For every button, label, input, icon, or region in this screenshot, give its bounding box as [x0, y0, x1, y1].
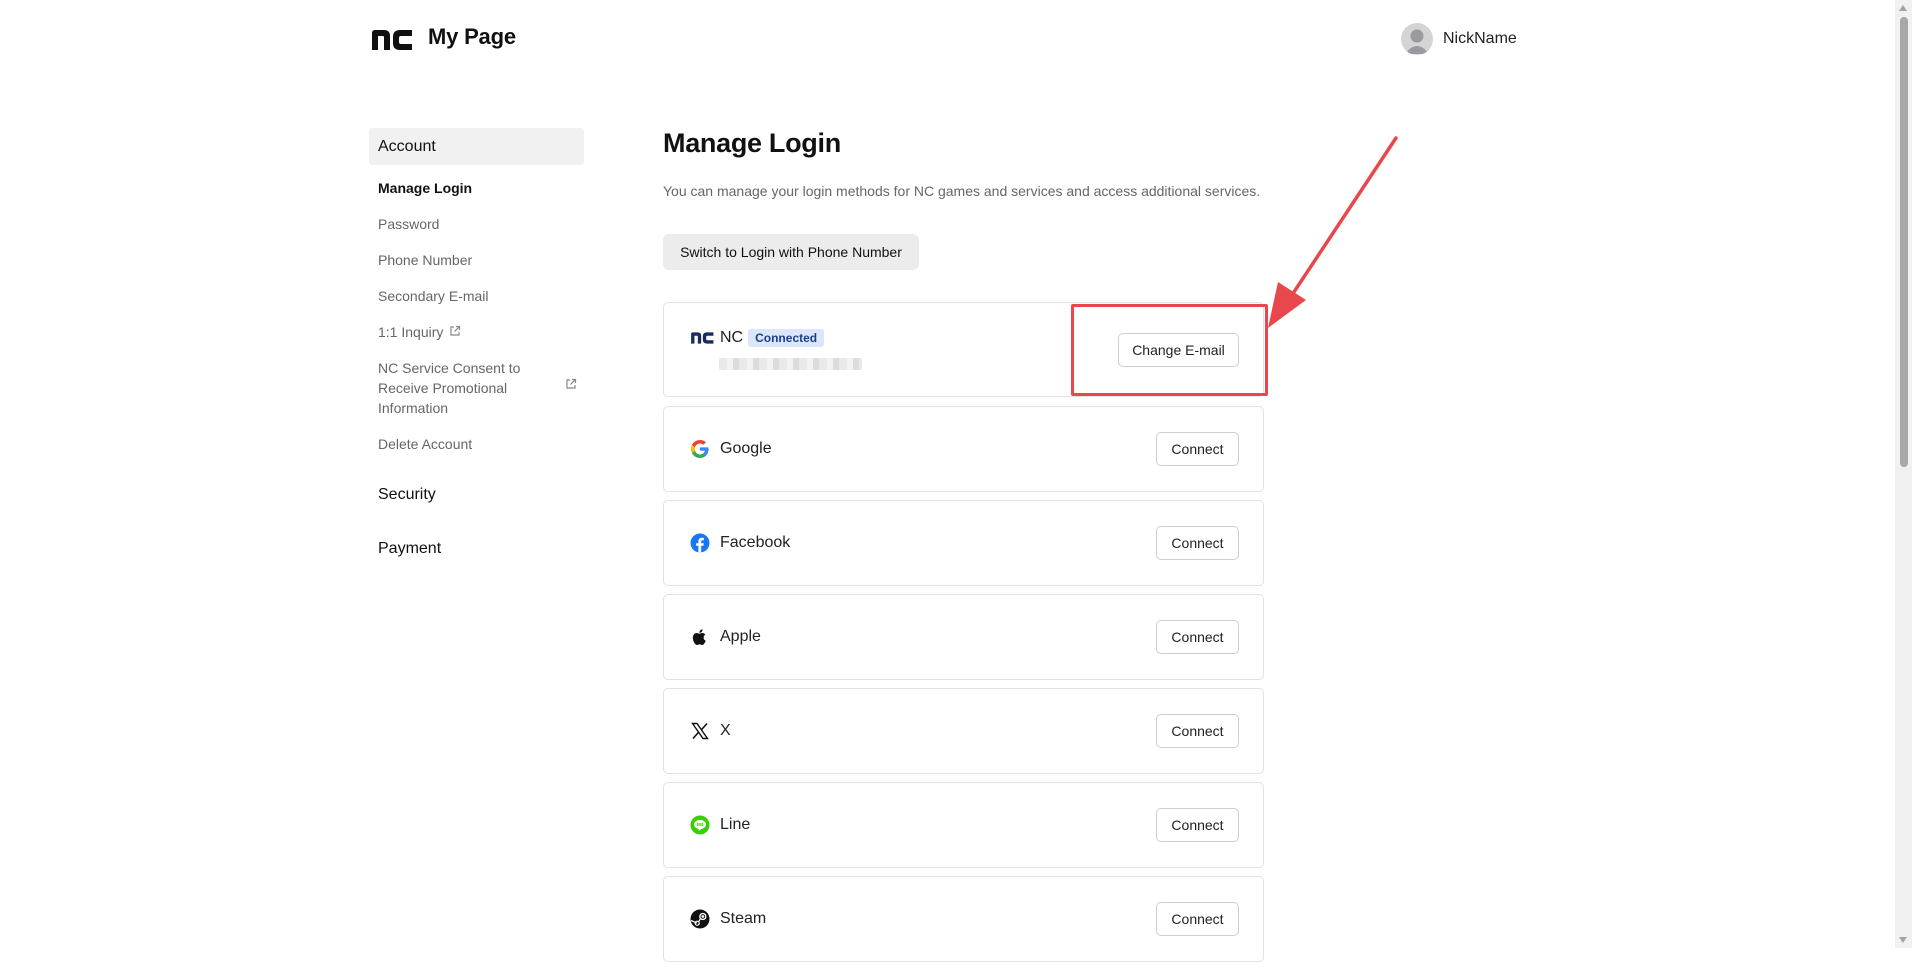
- provider-card-google: Google Connect: [663, 406, 1264, 492]
- nc-logo[interactable]: [370, 28, 413, 52]
- line-icon: [690, 815, 710, 835]
- provider: Line: [690, 815, 750, 835]
- google-icon: [690, 439, 710, 459]
- connect-steam-button[interactable]: Connect: [1156, 902, 1239, 936]
- sidebar-item-inquiry[interactable]: 1:1 Inquiry: [369, 317, 584, 353]
- provider-card-apple: Apple Connect: [663, 594, 1264, 680]
- connect-line-button[interactable]: Connect: [1156, 808, 1239, 842]
- sidebar-item-secondary-email[interactable]: Secondary E-mail: [369, 281, 584, 317]
- provider: Google: [690, 439, 772, 459]
- provider-name: Line: [720, 816, 751, 833]
- sidebar-section-security[interactable]: Security: [369, 475, 584, 515]
- change-email-button[interactable]: Change E-mail: [1118, 333, 1239, 367]
- provider-name: Facebook: [720, 534, 791, 551]
- scroll-down-arrow-icon[interactable]: [1899, 937, 1907, 943]
- provider-name: Apple: [720, 628, 761, 645]
- provider-name: X: [720, 722, 731, 739]
- sidebar: Account Manage Login Password Phone Numb…: [369, 128, 584, 569]
- user-profile[interactable]: NickName: [1401, 23, 1517, 55]
- header: My Page NickName: [0, 0, 1895, 80]
- account-submenu: Manage Login Password Phone Number Secon…: [369, 173, 584, 465]
- apple-icon: [690, 627, 710, 647]
- provider: Apple: [690, 627, 761, 647]
- sidebar-item-label: NC Service Consent to Receive Promotiona…: [378, 360, 521, 416]
- connect-google-button[interactable]: Connect: [1156, 432, 1239, 466]
- page-title: My Page: [428, 24, 516, 49]
- scrollbar-thumb[interactable]: [1900, 17, 1908, 467]
- sidebar-item-label: Phone Number: [378, 252, 473, 268]
- provider-card-steam: Steam Connect: [663, 876, 1264, 962]
- sidebar-item-promo-consent[interactable]: NC Service Consent to Receive Promotiona…: [369, 353, 584, 429]
- steam-icon: [690, 909, 710, 929]
- sidebar-item-label: Delete Account: [378, 436, 473, 452]
- facebook-icon: [690, 533, 710, 553]
- nc-icon: [690, 328, 714, 348]
- sidebar-item-label: 1:1 Inquiry: [378, 324, 444, 340]
- connect-facebook-button[interactable]: Connect: [1156, 526, 1239, 560]
- sidebar-section-payment[interactable]: Payment: [369, 529, 584, 569]
- sidebar-item-manage-login[interactable]: Manage Login: [369, 173, 584, 209]
- nickname: NickName: [1443, 30, 1517, 47]
- x-icon: [690, 721, 710, 741]
- sidebar-item-phone-number[interactable]: Phone Number: [369, 245, 584, 281]
- provider: Steam: [690, 909, 766, 929]
- sidebar-section-account[interactable]: Account: [369, 128, 584, 165]
- main-title: Manage Login: [663, 128, 841, 158]
- sidebar-item-password[interactable]: Password: [369, 209, 584, 245]
- annotation-arrow: [1268, 136, 1398, 328]
- provider-card-line: Line Connect: [663, 782, 1264, 868]
- provider: X: [690, 721, 731, 741]
- switch-to-phone-login-button[interactable]: Switch to Login with Phone Number: [663, 234, 919, 270]
- sidebar-item-label: Password: [378, 216, 440, 232]
- masked-email: [719, 358, 862, 370]
- vertical-scrollbar[interactable]: [1895, 0, 1912, 948]
- provider-card-facebook: Facebook Connect: [663, 500, 1264, 586]
- external-link-icon: [449, 322, 461, 342]
- nc-provider-name: NC: [720, 329, 744, 346]
- connected-badge: Connected: [748, 329, 825, 347]
- avatar: [1401, 23, 1433, 55]
- sidebar-item-label: Secondary E-mail: [378, 288, 489, 304]
- scroll-up-arrow-icon[interactable]: [1899, 5, 1907, 11]
- provider: Facebook: [690, 533, 790, 553]
- nc-provider: NC Connected: [690, 328, 825, 348]
- connect-apple-button[interactable]: Connect: [1156, 620, 1239, 654]
- provider-name: Google: [720, 440, 772, 457]
- nc-account-card: NC Connected Change E-mail: [663, 302, 1264, 397]
- provider-card-x: X Connect: [663, 688, 1264, 774]
- sidebar-item-label: Manage Login: [378, 180, 473, 196]
- connect-x-button[interactable]: Connect: [1156, 714, 1239, 748]
- external-link-icon: [565, 375, 577, 395]
- sidebar-item-delete-account[interactable]: Delete Account: [369, 429, 584, 465]
- main-description: You can manage your login methods for NC…: [663, 183, 1261, 199]
- provider-name: Steam: [720, 910, 767, 927]
